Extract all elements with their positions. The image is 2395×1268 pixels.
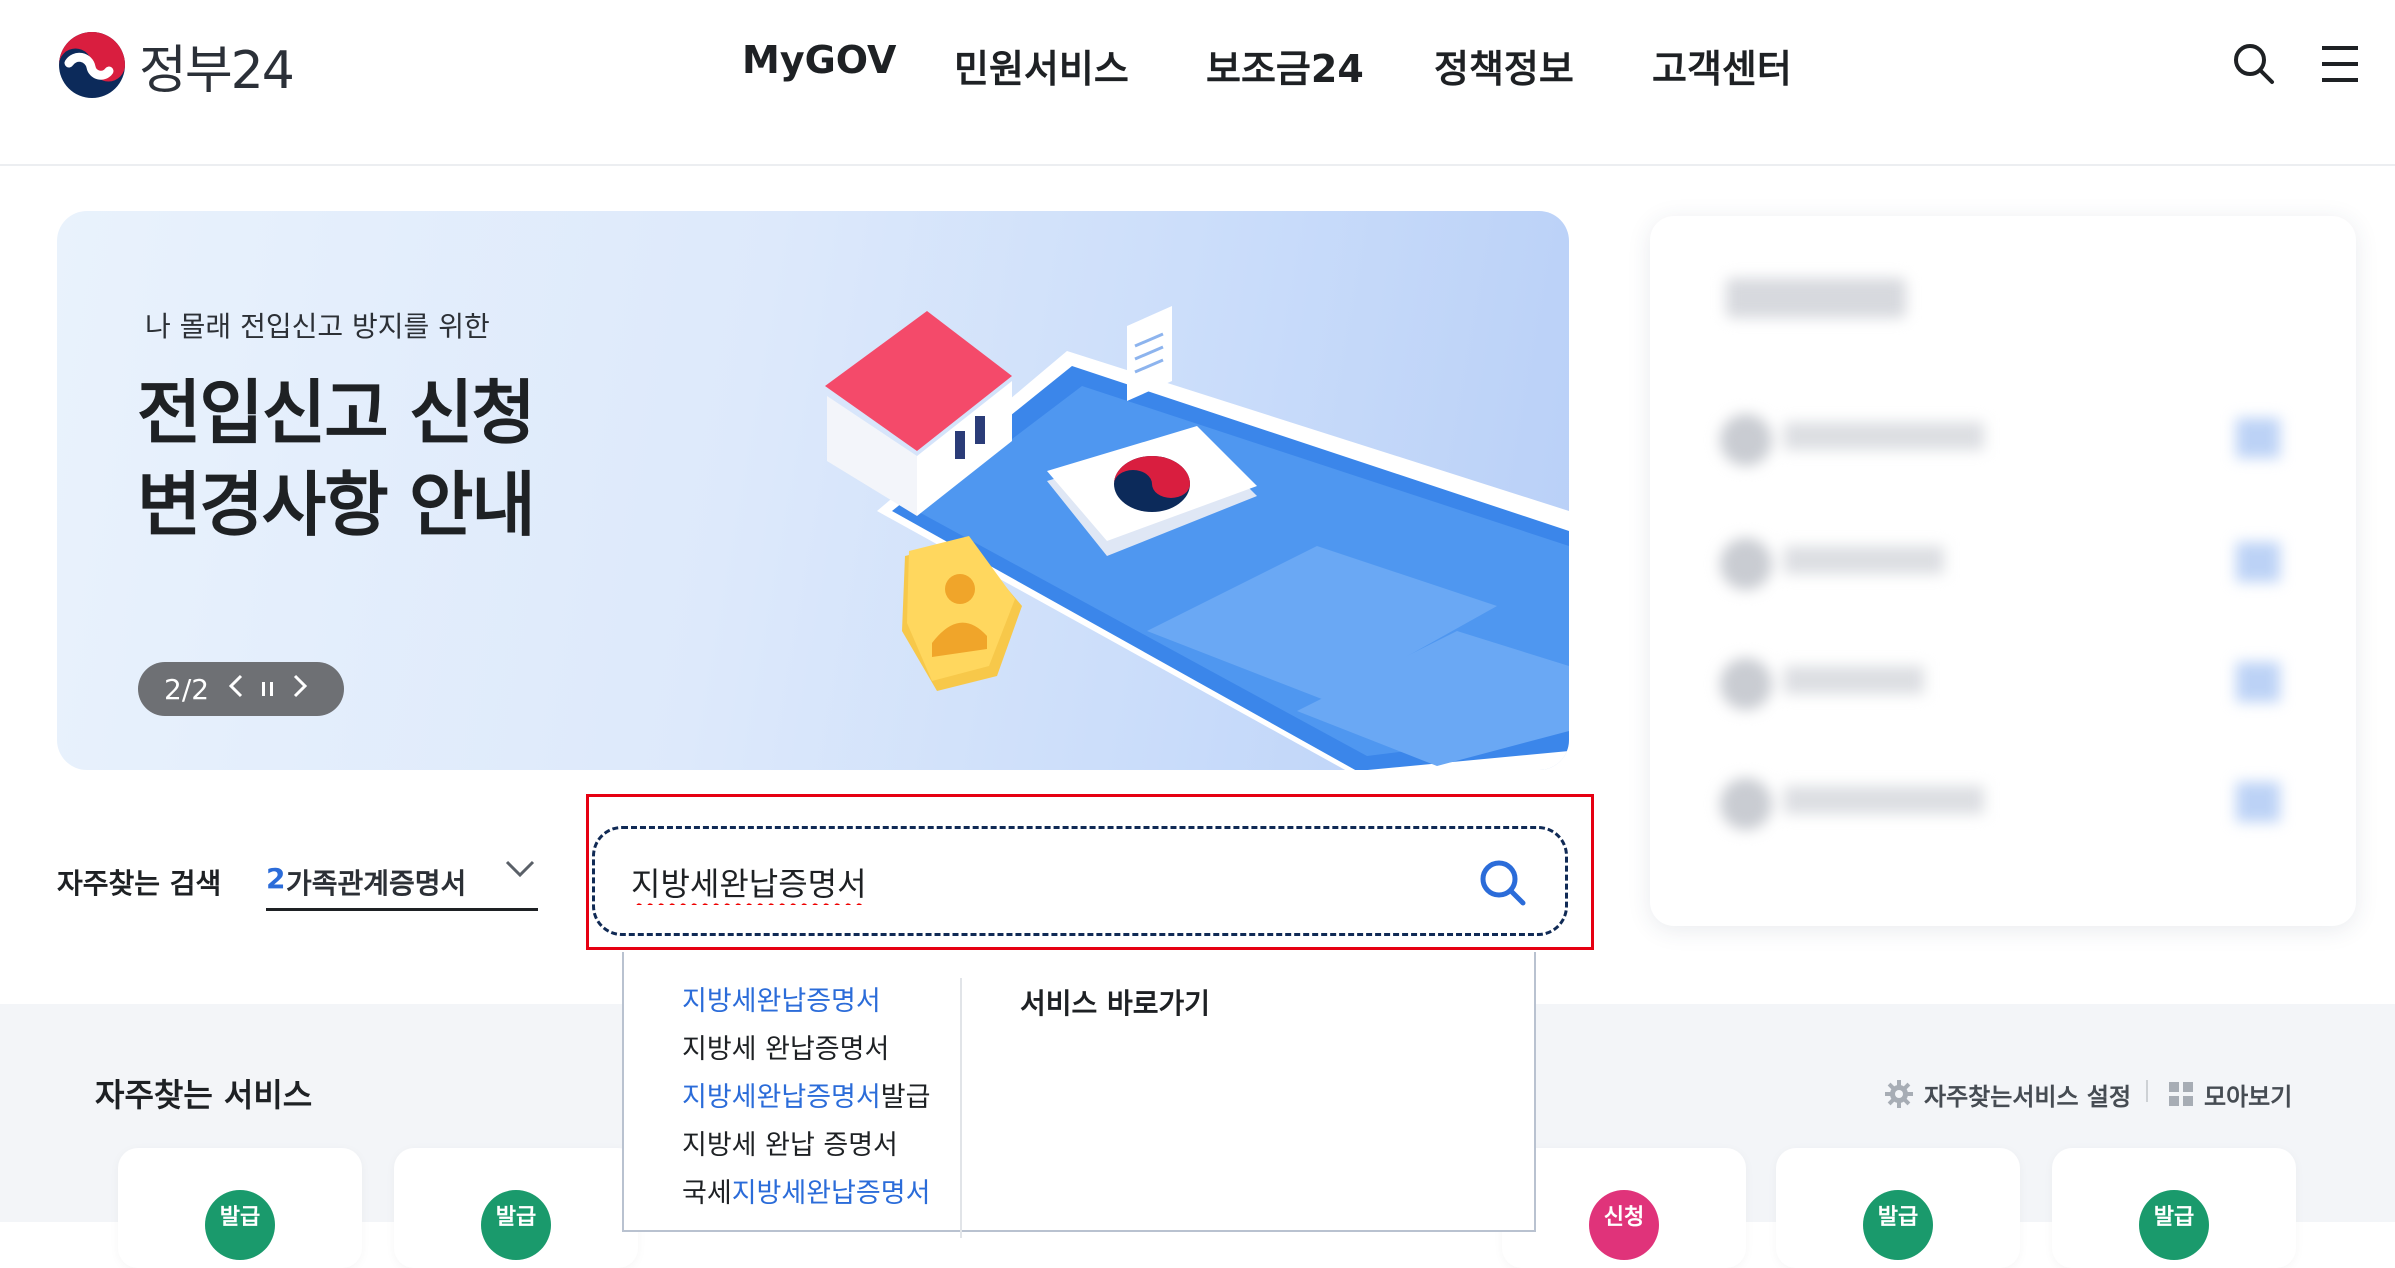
gear-icon <box>1885 1080 1913 1108</box>
card-row-count-placeholder <box>2236 662 2280 702</box>
frequent-services-settings[interactable]: 자주찾는서비스 설정 <box>1884 1074 2131 1114</box>
dropdown-divider <box>960 978 962 1238</box>
nav-customer-center[interactable]: 고객센터 <box>1652 38 1792 93</box>
user-summary-card <box>1650 216 2356 926</box>
suggestion-list: 지방세완납증명서 지방세 완납증명서 지방세완납증명서발급 지방세 완납 증명서… <box>682 982 930 1222</box>
service-card[interactable]: 발급 <box>118 1148 362 1268</box>
card-row <box>1720 774 2280 834</box>
banner-page-indicator: 2/2 <box>164 672 210 706</box>
frequent-services-title: 자주찾는 서비스 <box>95 1076 313 1114</box>
search-input[interactable] <box>631 857 1451 907</box>
card-row-count-placeholder <box>2236 542 2280 582</box>
service-badge: 발급 <box>481 1190 551 1260</box>
chevron-right-icon[interactable] <box>291 673 309 706</box>
menu-icon[interactable] <box>2320 42 2360 90</box>
card-row-icon <box>1720 538 1772 590</box>
service-card[interactable]: 신청 <box>1502 1148 1746 1268</box>
frequent-search-value: 가족관계증명서 <box>286 867 467 900</box>
card-row-count-placeholder <box>2236 418 2280 458</box>
service-badge: 발급 <box>2139 1190 2209 1260</box>
logo-text: 정부24 <box>139 40 295 101</box>
service-badge: 신청 <box>1589 1190 1659 1260</box>
frequent-search-label: 자주찾는 검색 <box>57 867 222 900</box>
view-all-label: 모아보기 <box>2204 1082 2293 1111</box>
view-all-link[interactable]: 모아보기 <box>2168 1074 2292 1114</box>
card-row-icon <box>1720 658 1772 710</box>
pause-icon[interactable] <box>261 673 275 706</box>
frequent-services-settings-label: 자주찾는서비스 설정 <box>1924 1082 2132 1111</box>
card-row-label-placeholder <box>1784 666 1924 694</box>
service-card[interactable]: 발급 <box>1776 1148 2020 1268</box>
card-title-placeholder <box>1726 278 1906 318</box>
service-shortcut-heading: 서비스 바로가기 <box>1020 987 1211 1020</box>
card-row-label-placeholder <box>1784 786 1984 814</box>
taegeuk-icon <box>59 32 125 98</box>
nav-civil-service[interactable]: 민원서비스 <box>954 38 1129 93</box>
main-banner[interactable]: 나 몰래 전입신고 방지를 위한 전입신고 신청 변경사항 안내 2/2 <box>57 211 1569 770</box>
search-icon[interactable] <box>2232 42 2276 90</box>
suggestion-item[interactable]: 지방세완납증명서발급 <box>682 1078 930 1126</box>
card-row <box>1720 410 2280 470</box>
card-row <box>1720 654 2280 714</box>
chevron-left-icon[interactable] <box>227 673 245 706</box>
suggestion-item[interactable]: 지방세완납증명서 <box>682 982 930 1030</box>
nav-mygov[interactable]: MyGOV <box>742 38 896 82</box>
card-row-icon <box>1720 778 1772 830</box>
card-row-icon <box>1720 414 1772 466</box>
service-badge: 발급 <box>1863 1190 1933 1260</box>
service-badge: 발급 <box>205 1190 275 1260</box>
service-card[interactable]: 발급 <box>2052 1148 2296 1268</box>
suggestion-item[interactable]: 지방세 완납증명서 <box>682 1030 930 1078</box>
grid-icon <box>2169 1082 2193 1106</box>
search-icon[interactable] <box>1475 855 1531 911</box>
suggestion-item[interactable]: 지방세 완납 증명서 <box>682 1126 930 1174</box>
nav-subsidy24[interactable]: 보조금24 <box>1206 38 1364 93</box>
autocomplete-dropdown: 지방세완납증명서 지방세 완납증명서 지방세완납증명서발급 지방세 완납 증명서… <box>622 952 1536 1238</box>
frequent-search-select[interactable]: 2 가족관계증명서 <box>266 846 538 911</box>
card-row-label-placeholder <box>1784 422 1984 450</box>
card-row <box>1720 534 2280 594</box>
card-row-count-placeholder <box>2236 782 2280 822</box>
service-card[interactable]: 발급 <box>394 1148 638 1268</box>
nav-policy-info[interactable]: 정책정보 <box>1434 38 1574 93</box>
site-header: 정부24 MyGOV 민원서비스 보조금24 정책정보 고객센터 <box>0 0 2395 166</box>
divider <box>2146 1080 2148 1102</box>
chevron-down-icon[interactable] <box>504 858 536 884</box>
gov24-logo[interactable]: 정부24 <box>57 30 295 101</box>
search-box <box>592 826 1568 936</box>
frequent-search-rank: 2 <box>266 862 286 895</box>
banner-pager: 2/2 <box>138 662 344 716</box>
suggestion-item[interactable]: 국세지방세완납증명서 <box>682 1174 930 1222</box>
card-row-label-placeholder <box>1784 546 1944 574</box>
